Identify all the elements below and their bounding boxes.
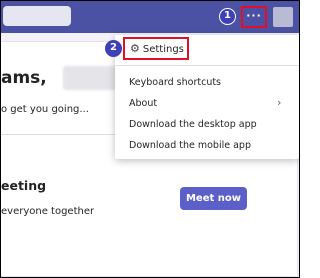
gear-icon: ⚙ <box>130 42 140 55</box>
menu-item-about[interactable]: About <box>129 98 157 109</box>
search-input[interactable] <box>3 6 71 26</box>
welcome-subtitle: o get you going... <box>1 104 89 115</box>
welcome-heading: ams, <box>1 68 47 88</box>
menu-item-settings[interactable]: ⚙ Settings <box>123 37 189 60</box>
settings-label: Settings <box>142 44 184 55</box>
meeting-description: everyone together <box>1 206 95 217</box>
menu-item-download-mobile[interactable]: Download the mobile app <box>129 140 251 151</box>
chevron-right-icon: › <box>277 96 282 109</box>
avatar[interactable] <box>273 7 293 27</box>
menu-item-download-desktop[interactable]: Download the desktop app <box>129 119 257 130</box>
more-options-button[interactable]: ··· <box>241 6 267 28</box>
meet-now-button[interactable]: Meet now <box>180 187 247 210</box>
blurred-user-name <box>63 66 119 90</box>
step-1-badge: 1 <box>219 8 236 25</box>
menu-item-keyboard-shortcuts[interactable]: Keyboard shortcuts <box>129 77 221 88</box>
top-bar: 1 ··· <box>1 1 299 33</box>
step-2-badge: 2 <box>105 40 122 57</box>
meeting-title: eeting <box>1 178 47 193</box>
app-window: 1 ··· ams, o get you going... eeting eve… <box>0 0 300 278</box>
menu-divider <box>115 65 299 66</box>
